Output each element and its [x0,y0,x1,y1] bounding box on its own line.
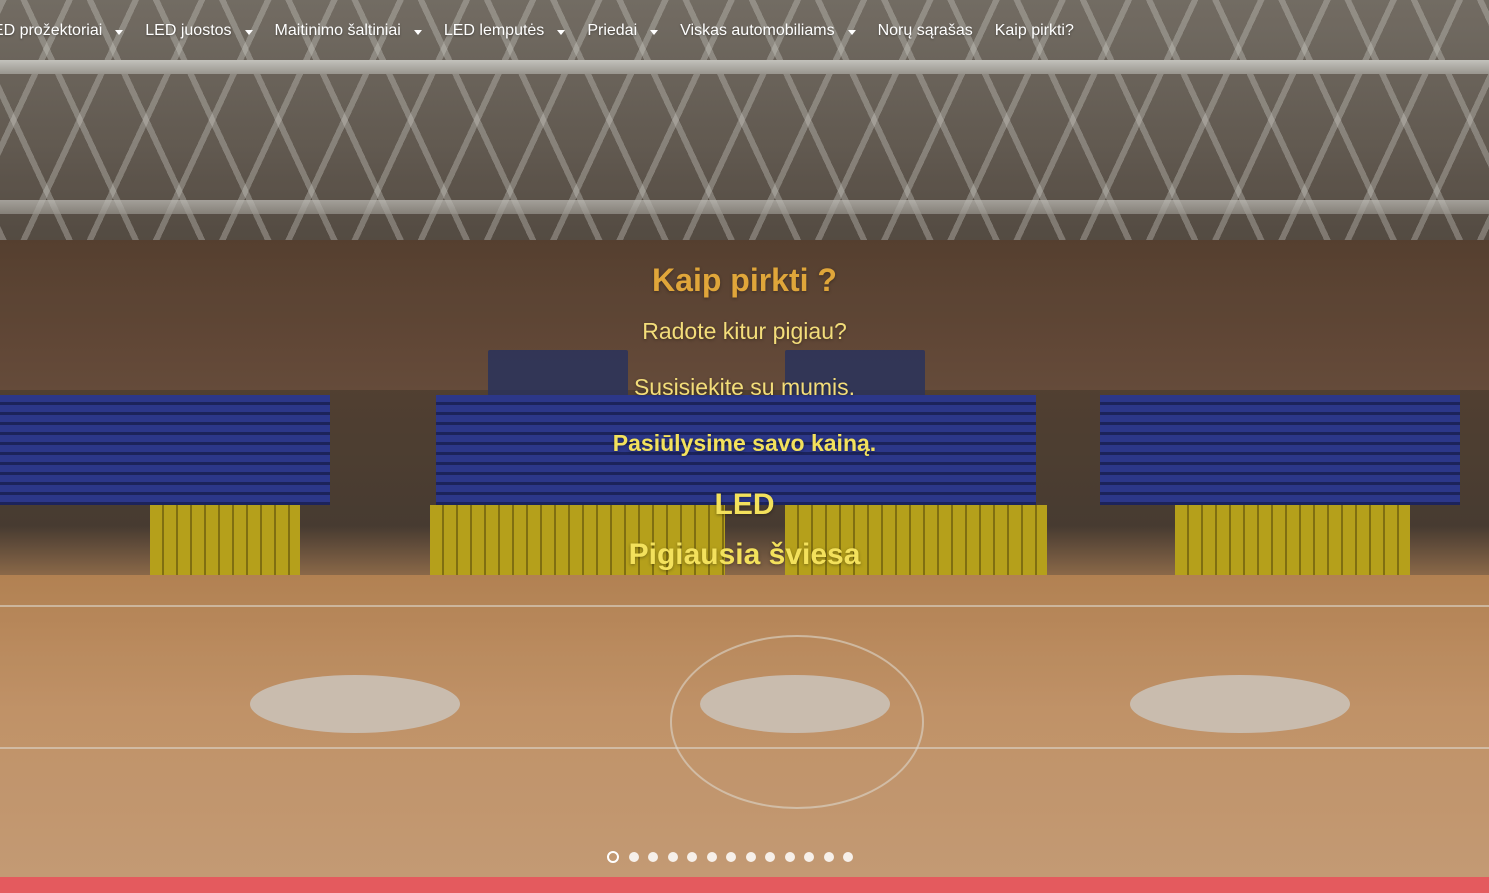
slider-dot[interactable] [765,852,775,862]
chevron-down-icon [413,29,422,35]
slider-dot[interactable] [843,852,853,862]
slider-pagination [607,851,863,863]
nav-item-priedai[interactable]: Priedai [587,22,659,40]
nav-item-kaip-pirkti[interactable]: Kaip pirkti? [995,22,1074,40]
nav-item-label: Norų sąrašas [877,22,973,39]
nav-item-label: LED lemputės [443,22,545,39]
slide-title: Kaip pirkti ? [652,262,837,298]
slide-heading-led: LED [714,488,775,521]
slider-dot[interactable] [804,852,814,862]
nav-item-label: Kaip pirkti? [994,22,1074,39]
slider-dot[interactable] [823,852,834,862]
slider-dot[interactable] [667,852,678,862]
nav-item-noru-sarasas[interactable]: Norų sąrašas [878,22,973,40]
slider-dot[interactable] [628,852,639,862]
chevron-down-icon [244,29,253,35]
chevron-down-icon [847,29,856,35]
nav-item-maitinimo-saltiniai[interactable]: Maitinimo šaltiniai [275,22,422,40]
slider-dot[interactable] [745,852,756,862]
chevron-down-icon [557,29,566,35]
nav-item-led-prozektoriai[interactable]: LED prožektoriai [0,22,124,40]
nav-item-led-lemputes[interactable]: LED lemputės [444,22,566,40]
slider-dot[interactable] [726,852,736,862]
nav-item-label: LED prožektoriai [0,22,103,39]
nav-item-led-juostos[interactable]: LED juostos [145,22,253,40]
slide-text-line: Susisiekite su mumis. [633,374,856,400]
slide-heading-slogan: Pigiausia šviesa [628,538,861,571]
nav-item-label: LED juostos [145,22,232,39]
slide-text-line: Radote kitur pigiau? [642,318,847,344]
nav-item-label: Viskas automobiliams [680,22,835,39]
slider-dot[interactable] [648,852,658,862]
slider-dot[interactable] [706,852,717,862]
page: LED prožektoriai LED juostos Maitinimo š… [0,0,1489,893]
slider-dot[interactable] [687,852,697,862]
slider-dot[interactable] [784,852,795,862]
nav-item-label: Maitinimo šaltiniai [274,22,401,39]
nav-menu: LED prožektoriai LED juostos Maitinimo š… [0,22,1096,40]
slider-dot[interactable] [607,851,619,863]
nav-item-label: Priedai [587,22,638,39]
slide-text-line: Pasiūlysime savo kainą. [612,430,877,456]
chevron-down-icon [650,29,659,35]
chevron-down-icon [115,29,124,35]
bottom-accent-bar [0,877,1489,893]
main-navigation: LED prožektoriai LED juostos Maitinimo š… [0,0,1489,66]
nav-item-viskas-automobiliams[interactable]: Viskas automobiliams [680,22,856,40]
